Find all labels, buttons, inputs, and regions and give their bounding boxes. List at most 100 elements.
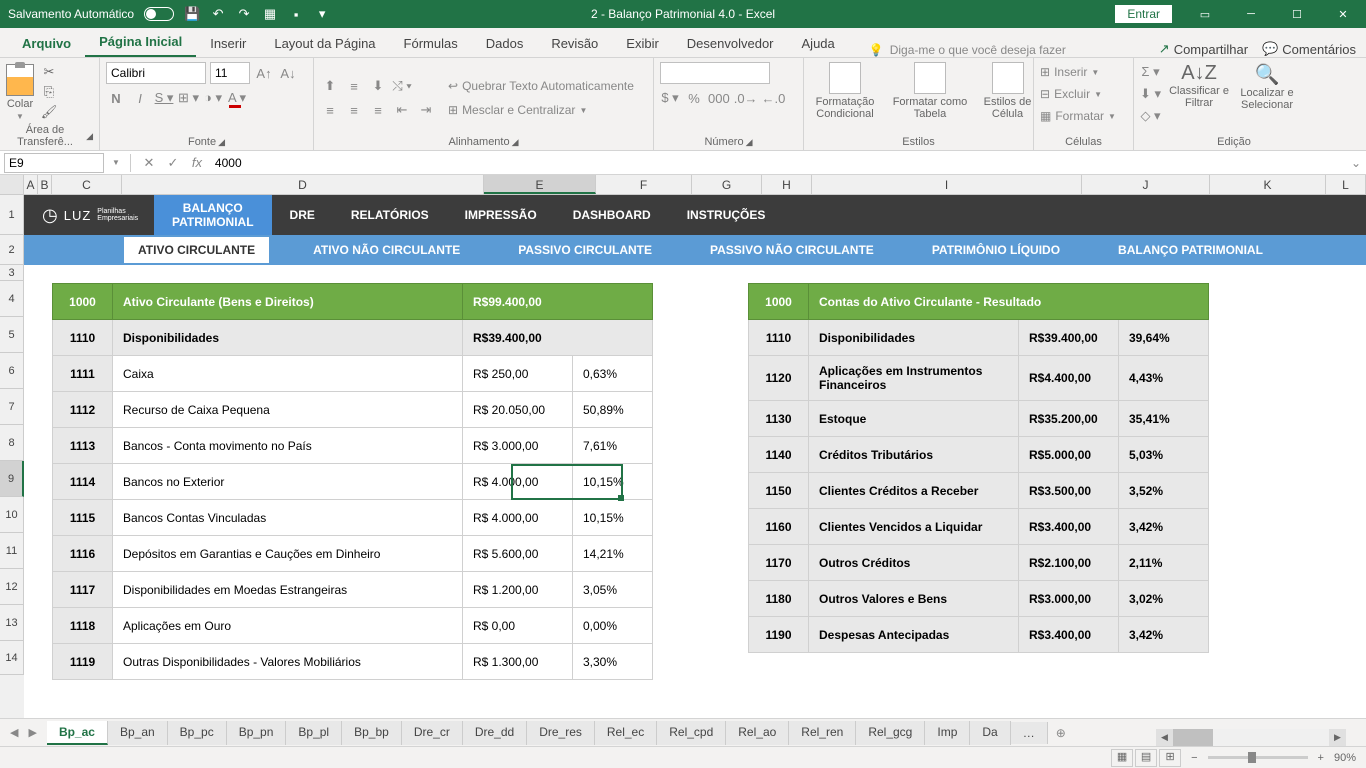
qat-icon-2[interactable]: ▪ — [288, 6, 304, 22]
align-middle-icon[interactable]: ≡ — [344, 76, 364, 96]
page-break-view-icon[interactable]: ⊞ — [1159, 749, 1181, 767]
row-header-9[interactable]: 9 — [0, 461, 24, 497]
row-header-11[interactable]: 11 — [0, 533, 24, 569]
find-select-button[interactable]: 🔍Localizar e Selecionar — [1237, 62, 1297, 111]
dialog-launcher-icon[interactable]: ◢ — [86, 131, 93, 142]
row-header-1[interactable]: 1 — [0, 195, 24, 235]
sheet-nav-prev-icon[interactable]: ◀ — [6, 724, 22, 741]
sheet-tab-Bp_pc[interactable]: Bp_pc — [168, 721, 227, 745]
comments-button[interactable]: 💬Comentários — [1262, 41, 1356, 57]
luz-tab-2[interactable]: RELATÓRIOS — [333, 195, 447, 235]
col-header-I[interactable]: I — [812, 175, 1082, 194]
increase-font-icon[interactable]: A↑ — [254, 63, 274, 83]
formula-input[interactable] — [209, 153, 1346, 173]
decrease-font-icon[interactable]: A↓ — [278, 63, 298, 83]
sheet-tab-Rel_ren[interactable]: Rel_ren — [789, 721, 856, 745]
sub-tab-4[interactable]: PATRIMÔNIO LÍQUIDO — [918, 237, 1074, 263]
qat-icon-1[interactable]: ▦ — [262, 6, 278, 22]
page-layout-view-icon[interactable]: ▤ — [1135, 749, 1157, 767]
zoom-level[interactable]: 90% — [1334, 752, 1356, 764]
col-header-K[interactable]: K — [1210, 175, 1326, 194]
fx-icon[interactable]: fx — [185, 155, 209, 170]
col-header-D[interactable]: D — [122, 175, 484, 194]
sheet-tab-Dre_dd[interactable]: Dre_dd — [463, 721, 527, 745]
row-header-6[interactable]: 6 — [0, 353, 24, 389]
row-header-8[interactable]: 8 — [0, 425, 24, 461]
worksheet-area[interactable]: ◷ LUZ Planilhas Empresariais BALANÇOPATR… — [24, 195, 1366, 718]
font-color-button[interactable]: A ▾ — [227, 88, 247, 108]
scroll-left-icon[interactable]: ◀ — [1156, 729, 1173, 746]
sheet-nav-next-icon[interactable]: ▶ — [24, 724, 40, 741]
orientation-icon[interactable]: ⤭ ▾ — [392, 76, 412, 96]
row-header-10[interactable]: 10 — [0, 497, 24, 533]
tab-home[interactable]: Página Inicial — [85, 28, 196, 57]
decrease-indent-icon[interactable]: ⇤ — [392, 100, 412, 120]
cut-icon[interactable]: ✂ — [40, 64, 58, 80]
insert-cells-button[interactable]: ⊞Inserir▼ — [1040, 62, 1127, 82]
bold-button[interactable]: N — [106, 88, 126, 108]
copy-icon[interactable]: ⎘ — [40, 84, 58, 100]
format-painter-icon[interactable]: 🖌 — [40, 104, 58, 120]
currency-icon[interactable]: $ ▾ — [660, 88, 680, 108]
format-cells-button[interactable]: ▦Formatar▼ — [1040, 106, 1127, 126]
tab-help[interactable]: Ajuda — [788, 30, 849, 57]
tab-insert[interactable]: Inserir — [196, 30, 260, 57]
decrease-decimal-icon[interactable]: ←.0 — [762, 88, 786, 108]
row-header-4[interactable]: 4 — [0, 281, 24, 317]
tab-layout[interactable]: Layout da Página — [260, 30, 389, 57]
align-bottom-icon[interactable]: ⬇ — [368, 76, 388, 96]
clear-icon[interactable]: ◇ ▾ — [1140, 106, 1161, 126]
tab-view[interactable]: Exibir — [612, 30, 673, 57]
sheet-tab-Rel_ec[interactable]: Rel_ec — [595, 721, 657, 745]
zoom-in-icon[interactable]: + — [1318, 752, 1324, 764]
align-center-icon[interactable]: ≡ — [344, 100, 364, 120]
redo-icon[interactable]: ↷ — [236, 6, 252, 22]
row-header-14[interactable]: 14 — [0, 641, 24, 675]
fill-icon[interactable]: ⬇ ▾ — [1140, 84, 1161, 104]
delete-cells-button[interactable]: ⊟Excluir▼ — [1040, 84, 1127, 104]
col-header-G[interactable]: G — [692, 175, 762, 194]
sub-tab-3[interactable]: PASSIVO NÃO CIRCULANTE — [696, 237, 888, 263]
sheet-tab-Dre_cr[interactable]: Dre_cr — [402, 721, 463, 745]
sheet-tab-Imp[interactable]: Imp — [925, 721, 970, 745]
autosave-toggle[interactable] — [144, 7, 174, 21]
cancel-formula-icon[interactable]: ✕ — [137, 155, 161, 171]
number-format-select[interactable] — [660, 62, 770, 84]
row-header-12[interactable]: 12 — [0, 569, 24, 605]
scroll-right-icon[interactable]: ▶ — [1329, 729, 1346, 746]
align-left-icon[interactable]: ≡ — [320, 100, 340, 120]
row-header-3[interactable]: 3 — [0, 265, 24, 281]
border-button[interactable]: ⊞ ▾ — [178, 88, 199, 108]
luz-tab-0[interactable]: BALANÇOPATRIMONIAL — [154, 195, 272, 235]
col-header-C[interactable]: C — [52, 175, 122, 194]
luz-tab-1[interactable]: DRE — [272, 195, 333, 235]
format-table-button[interactable]: Formatar como Tabela — [890, 62, 970, 120]
sheet-tab-Dre_res[interactable]: Dre_res — [527, 721, 595, 745]
sheet-tab-Da[interactable]: Da — [970, 721, 1010, 745]
luz-tab-5[interactable]: INSTRUÇÕES — [669, 195, 784, 235]
sheet-tab-Bp_bp[interactable]: Bp_bp — [342, 721, 402, 745]
tab-review[interactable]: Revisão — [537, 30, 612, 57]
paste-button[interactable]: Colar ▼ — [6, 64, 34, 121]
increase-decimal-icon[interactable]: .0→ — [734, 88, 758, 108]
col-header-L[interactable]: L — [1326, 175, 1366, 194]
row-header-7[interactable]: 7 — [0, 389, 24, 425]
tab-data[interactable]: Dados — [472, 30, 538, 57]
close-icon[interactable]: ✕ — [1320, 0, 1366, 28]
sheet-tab-Bp_an[interactable]: Bp_an — [108, 721, 168, 745]
col-header-H[interactable]: H — [762, 175, 812, 194]
merge-center-button[interactable]: ⊞Mesclar e Centralizar▼ — [448, 99, 634, 121]
percent-icon[interactable]: % — [684, 88, 704, 108]
col-header-F[interactable]: F — [596, 175, 692, 194]
increase-indent-icon[interactable]: ⇥ — [416, 100, 436, 120]
tab-file[interactable]: Arquivo — [8, 30, 85, 57]
add-sheet-button[interactable]: ⊕ — [1048, 722, 1074, 744]
font-size-select[interactable] — [210, 62, 250, 84]
luz-tab-4[interactable]: DASHBOARD — [555, 195, 669, 235]
sheet-tab-Bp_pl[interactable]: Bp_pl — [286, 721, 342, 745]
save-icon[interactable]: 💾 — [184, 6, 200, 22]
tell-me-search[interactable]: 💡 Diga-me o que você deseja fazer — [869, 43, 1066, 57]
cell-styles-button[interactable]: Estilos de Célula — [980, 62, 1035, 120]
expand-formula-icon[interactable]: ⌄ — [1346, 156, 1366, 170]
scroll-thumb[interactable] — [1173, 729, 1213, 746]
